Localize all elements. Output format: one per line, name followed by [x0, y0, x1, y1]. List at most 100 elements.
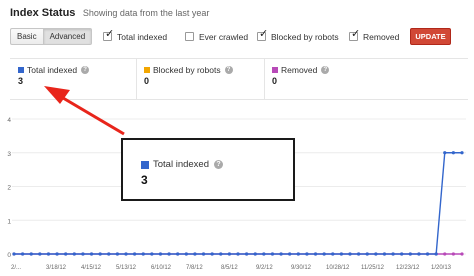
total-indexed-point [382, 252, 387, 256]
metric-value: 0 [144, 76, 150, 86]
filter-total-indexed[interactable]: ✓ Total indexed [103, 29, 168, 42]
total-indexed-point [313, 252, 318, 256]
total-indexed-point [21, 252, 25, 256]
total-indexed-point [64, 252, 68, 256]
checkbox-total-indexed[interactable]: ✓ [103, 29, 114, 41]
total-indexed-point [357, 252, 361, 256]
zoom-callout: Total indexed ? 3 [121, 138, 295, 201]
checkmark-icon: ✓ [351, 28, 361, 40]
total-indexed-point [227, 252, 231, 256]
checkbox-blocked-by-robots[interactable]: ✓ [257, 28, 269, 41]
x-tick-label: 4/15/12 [81, 265, 102, 271]
total-indexed-point [270, 252, 275, 256]
metric-removed[interactable]: Removed ? 0 [272, 65, 330, 86]
metric-total-indexed[interactable]: Total indexed ? 3 [18, 65, 90, 86]
page-header: Index Status Showing data from the last … [10, 3, 210, 19]
total-indexed-point [245, 252, 249, 256]
advanced-button[interactable]: Advanced [42, 28, 93, 45]
total-indexed-point [451, 151, 455, 155]
total-indexed-point [38, 252, 42, 256]
checkmark-icon: ✓ [259, 28, 269, 40]
metric-label: Total indexed [27, 65, 78, 75]
y-tick-label: 1 [7, 218, 11, 225]
total-indexed-point [124, 252, 128, 256]
filter-removed[interactable]: ✓ Removed [349, 28, 400, 42]
total-indexed-point [219, 252, 223, 256]
total-indexed-point [348, 252, 352, 256]
x-tick-label: 8/5/12 [221, 265, 238, 271]
help-icon[interactable]: ? [81, 66, 90, 74]
page-subtitle: Showing data from the last year [82, 8, 210, 18]
checkbox-removed[interactable]: ✓ [349, 28, 361, 41]
total-indexed-point [339, 252, 343, 256]
help-icon[interactable]: ? [224, 66, 233, 74]
blocked-by-robots-swatch [144, 67, 150, 73]
total-indexed-point [460, 151, 464, 155]
total-indexed-point [158, 252, 163, 256]
total-indexed-point [425, 252, 430, 256]
y-tick-label: 3 [7, 151, 11, 158]
filter-label: Ever crawled [199, 31, 249, 42]
removed-point [460, 252, 464, 256]
total-indexed-point [176, 252, 180, 256]
total-indexed-point [400, 252, 404, 256]
x-tick-label: 9/30/12 [291, 265, 312, 271]
total-indexed-point [443, 151, 447, 155]
y-tick-label: 0 [7, 252, 11, 259]
total-indexed-point [98, 252, 102, 256]
total-indexed-point [253, 252, 257, 256]
total-indexed-point [296, 252, 300, 256]
checkbox-ever-crawled[interactable] [185, 32, 194, 41]
total-indexed-point [55, 252, 59, 256]
y-tick-label: 4 [7, 117, 11, 124]
x-tick-label: 1/20/13 [431, 265, 452, 271]
filter-blocked-by-robots[interactable]: ✓ Blocked by robots [257, 28, 339, 42]
total-indexed-point [46, 252, 51, 256]
total-indexed-point [391, 252, 395, 256]
help-icon: ? [213, 160, 223, 169]
divider [136, 59, 137, 100]
divider [264, 59, 265, 100]
y-tick-label: 2 [7, 185, 11, 192]
total-indexed-point [236, 252, 240, 256]
total-indexed-point [288, 252, 292, 256]
total-indexed-point [72, 252, 76, 256]
total-indexed-point [89, 252, 94, 256]
callout-label: Total indexed [153, 159, 209, 170]
x-tick-label: 3/18/12 [46, 265, 67, 271]
x-tick-label: 5/13/12 [116, 265, 137, 271]
metric-label: Removed [281, 65, 318, 75]
total-indexed-point [322, 252, 326, 256]
filter-label: Blocked by robots [271, 31, 339, 42]
x-tick-label: 6/10/12 [151, 265, 172, 271]
total-indexed-point [184, 252, 188, 256]
total-indexed-point [12, 252, 16, 256]
metric-value: 3 [18, 76, 24, 86]
total-indexed-point [201, 252, 206, 256]
total-indexed-point [279, 252, 283, 256]
total-indexed-point [210, 252, 214, 256]
filter-label: Removed [363, 31, 400, 42]
help-icon[interactable]: ? [321, 66, 330, 74]
metric-blocked-by-robots[interactable]: Blocked by robots ? 0 [144, 65, 233, 86]
total-indexed-point [115, 252, 119, 256]
removed-swatch [272, 67, 278, 73]
total-indexed-point [408, 252, 412, 256]
total-indexed-point [305, 252, 309, 256]
total-indexed-point [365, 252, 369, 256]
removed-point [451, 252, 455, 256]
metric-value: 0 [272, 76, 278, 86]
total-indexed-point [107, 252, 111, 256]
total-indexed-point [150, 252, 154, 256]
total-indexed-point [374, 252, 378, 256]
basic-button[interactable]: Basic [10, 28, 43, 45]
total-indexed-point [141, 252, 145, 256]
filter-label: Total indexed [117, 31, 168, 42]
filter-ever-crawled[interactable]: Ever crawled [185, 31, 248, 42]
x-tick-label: 2/... [11, 265, 21, 271]
total-indexed-point [262, 252, 266, 256]
removed-point [443, 252, 447, 256]
x-tick-label: 12/23/12 [396, 265, 420, 271]
update-button[interactable]: UPDATE [410, 28, 451, 45]
total-indexed-point [417, 252, 421, 256]
